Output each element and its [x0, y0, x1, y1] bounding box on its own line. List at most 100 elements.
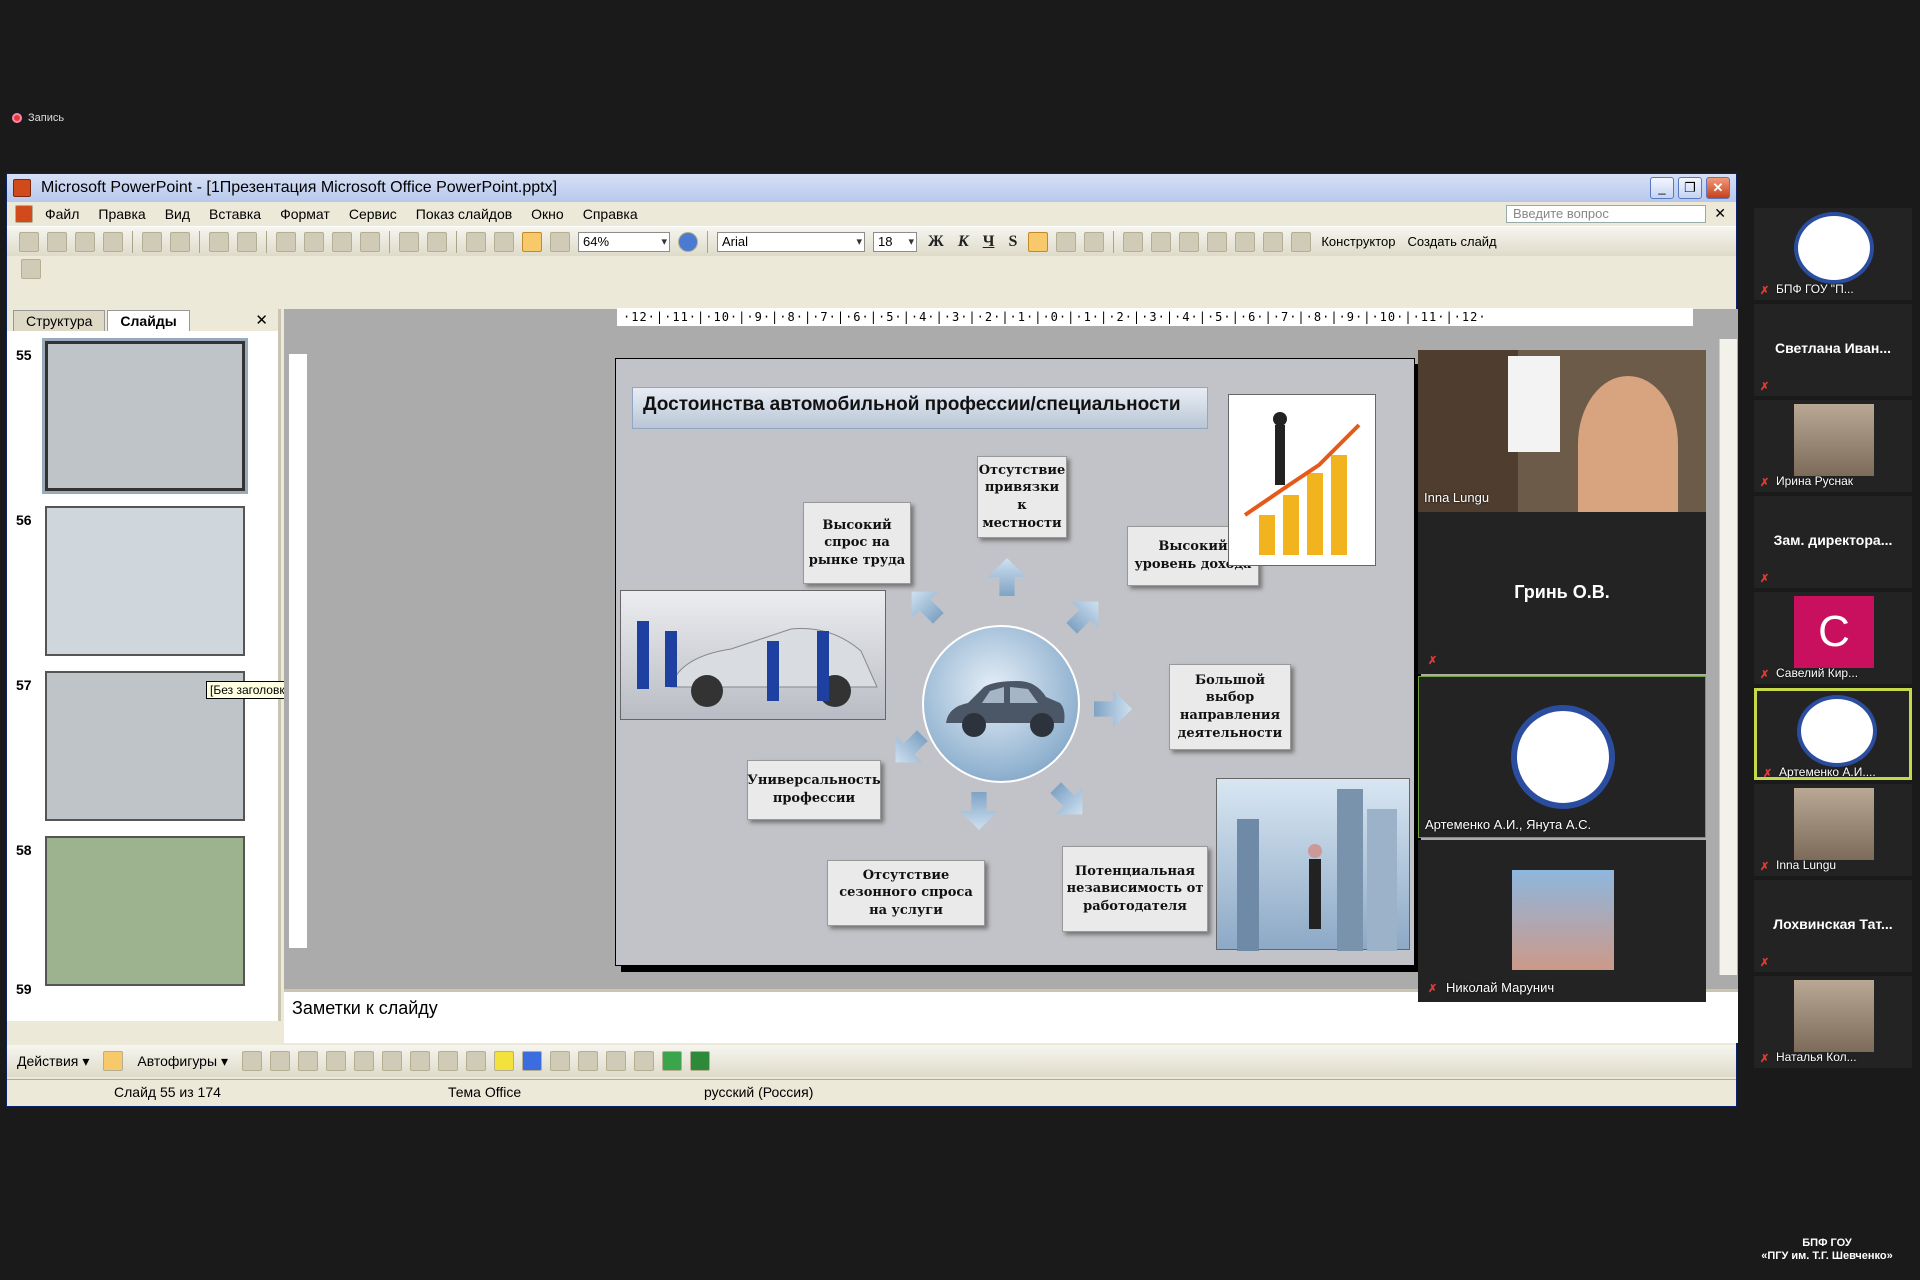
increase-indent-icon[interactable]: [1263, 231, 1284, 252]
redo-icon[interactable]: [427, 231, 447, 252]
restore-button[interactable]: ❐: [1678, 177, 1702, 199]
textbox-icon[interactable]: [354, 1051, 375, 1071]
cut-icon[interactable]: [276, 231, 296, 252]
open-icon[interactable]: [47, 231, 67, 252]
box-choice[interactable]: Большой выбор направления деятельности: [1169, 664, 1291, 750]
close-button[interactable]: ✕: [1706, 177, 1730, 199]
gallery-tile[interactable]: Светлана Иван... ✗: [1754, 304, 1912, 396]
gallery-tile[interactable]: С Савелий Кир... ✗: [1754, 592, 1912, 684]
align-right-icon[interactable]: [1084, 231, 1105, 252]
arrow-style-icon[interactable]: [634, 1051, 655, 1071]
gallery-tile[interactable]: Inna Lungu ✗: [1754, 784, 1912, 876]
designer-button[interactable]: Конструктор: [1321, 234, 1395, 249]
increase-font-icon[interactable]: [1179, 231, 1200, 252]
gallery-tile[interactable]: Лохвинская Тат... ✗: [1754, 880, 1912, 972]
copy-icon[interactable]: [304, 231, 324, 252]
dash-style-icon[interactable]: [606, 1051, 627, 1071]
ask-question-input[interactable]: Введите вопрос: [1506, 205, 1706, 223]
menu-edit[interactable]: Правка: [98, 206, 145, 222]
slide-thumbnail[interactable]: [45, 341, 245, 491]
oval-icon[interactable]: [326, 1051, 347, 1071]
menu-window[interactable]: Окно: [531, 206, 564, 222]
actions-menu[interactable]: Действия: [17, 1053, 78, 1069]
new-icon[interactable]: [19, 231, 39, 252]
box-location[interactable]: Отсутствие привязки к местности: [977, 456, 1067, 538]
italic-button[interactable]: К: [958, 233, 969, 251]
help-icon[interactable]: [678, 231, 698, 252]
zoom-select[interactable]: 64%: [578, 231, 670, 252]
arrow-tool-icon[interactable]: [270, 1051, 291, 1071]
close-doc-icon[interactable]: ✕: [1714, 205, 1726, 222]
shadow-style-icon[interactable]: [662, 1051, 683, 1071]
paste-icon[interactable]: [332, 231, 352, 252]
minimize-button[interactable]: _: [1650, 177, 1674, 199]
menu-insert[interactable]: Вставка: [209, 206, 261, 222]
spellcheck-icon[interactable]: [209, 231, 229, 252]
research-icon[interactable]: [237, 231, 257, 252]
font-size-select[interactable]: 18: [873, 231, 917, 252]
box-universal[interactable]: Универсальность профессии: [747, 760, 881, 820]
fill-color-icon[interactable]: [494, 1051, 515, 1071]
table-icon[interactable]: [494, 231, 514, 252]
video-tile-inna[interactable]: Inna Lungu: [1418, 350, 1706, 512]
menu-slideshow[interactable]: Показ слайдов: [416, 206, 512, 222]
font-color-icon[interactable]: [1291, 231, 1312, 252]
preview-icon[interactable]: [170, 231, 190, 252]
close-pane-icon[interactable]: ✕: [255, 311, 268, 329]
shadow-button[interactable]: S: [1008, 233, 1017, 251]
line-color-icon[interactable]: [522, 1051, 543, 1071]
font-color-draw-icon[interactable]: [550, 1051, 571, 1071]
line-style-icon[interactable]: [578, 1051, 599, 1071]
undo-icon[interactable]: [399, 231, 419, 252]
underline-button[interactable]: Ч: [983, 233, 995, 251]
gallery-tile[interactable]: Зам. директора... ✗: [1754, 496, 1912, 588]
grid-icon[interactable]: [550, 231, 570, 252]
gallery-tile[interactable]: Артеменко А.И.... ✗: [1754, 688, 1912, 780]
video-tile-artemenko[interactable]: Артеменко А.И., Янута А.С.: [1418, 676, 1706, 838]
autoshapes-menu[interactable]: Автофигуры: [137, 1053, 217, 1069]
gallery-tile[interactable]: Наталья Кол... ✗: [1754, 976, 1912, 1068]
bold-button[interactable]: Ж: [928, 233, 944, 251]
align-center-icon[interactable]: [1056, 231, 1077, 252]
slide-title[interactable]: Достоинства автомобильной профессии/спец…: [632, 387, 1208, 429]
menu-file[interactable]: Файл: [45, 206, 79, 222]
clipart-icon[interactable]: [438, 1051, 459, 1071]
gallery-tile[interactable]: Ирина Руснак ✗: [1754, 400, 1912, 492]
vertical-scrollbar[interactable]: [1719, 339, 1737, 975]
format-painter-icon[interactable]: [360, 231, 380, 252]
menu-help[interactable]: Справка: [583, 206, 638, 222]
line-icon[interactable]: [242, 1051, 263, 1071]
video-tile-grin[interactable]: Гринь О.В. ✗: [1418, 512, 1706, 674]
video-tile-nikolai[interactable]: ✗ Николай Марунич: [1418, 840, 1706, 1002]
decrease-indent-icon[interactable]: [1235, 231, 1256, 252]
rectangle-icon[interactable]: [298, 1051, 319, 1071]
color-grayscale-icon[interactable]: [522, 231, 542, 252]
tab-slides[interactable]: Слайды: [107, 310, 190, 331]
print-icon[interactable]: [142, 231, 162, 252]
gallery-tile[interactable]: БПФ ГОУ "П... ✗: [1754, 208, 1912, 300]
new-slide-button[interactable]: Создать слайд: [1407, 234, 1496, 249]
box-independence[interactable]: Потенциальная независимость от работодат…: [1062, 846, 1208, 932]
menu-format[interactable]: Формат: [280, 206, 330, 222]
slide-thumbnail[interactable]: [45, 506, 245, 656]
3d-style-icon[interactable]: [690, 1051, 711, 1071]
numbering-icon[interactable]: [1123, 231, 1144, 252]
chart-icon[interactable]: [466, 231, 486, 252]
wordart-icon[interactable]: [382, 1051, 403, 1071]
box-demand[interactable]: Высокий спрос на рынке труда: [803, 502, 911, 584]
bullets-icon[interactable]: [1151, 231, 1172, 252]
permission-icon[interactable]: [103, 231, 123, 252]
box-season[interactable]: Отсутствие сезонного спроса на услуги: [827, 860, 985, 926]
menu-tools[interactable]: Сервис: [349, 206, 397, 222]
tab-outline[interactable]: Структура: [13, 310, 106, 331]
slide-thumbnail[interactable]: [45, 836, 245, 986]
align-left-icon[interactable]: [1028, 231, 1049, 252]
menu-view[interactable]: Вид: [165, 206, 190, 222]
slide-show-icon[interactable]: [21, 259, 41, 279]
select-arrow-icon[interactable]: [103, 1051, 124, 1071]
font-select[interactable]: Arial: [717, 231, 865, 252]
save-icon[interactable]: [75, 231, 95, 252]
picture-icon[interactable]: [466, 1051, 487, 1071]
decrease-font-icon[interactable]: [1207, 231, 1228, 252]
diagram-icon[interactable]: [410, 1051, 431, 1071]
